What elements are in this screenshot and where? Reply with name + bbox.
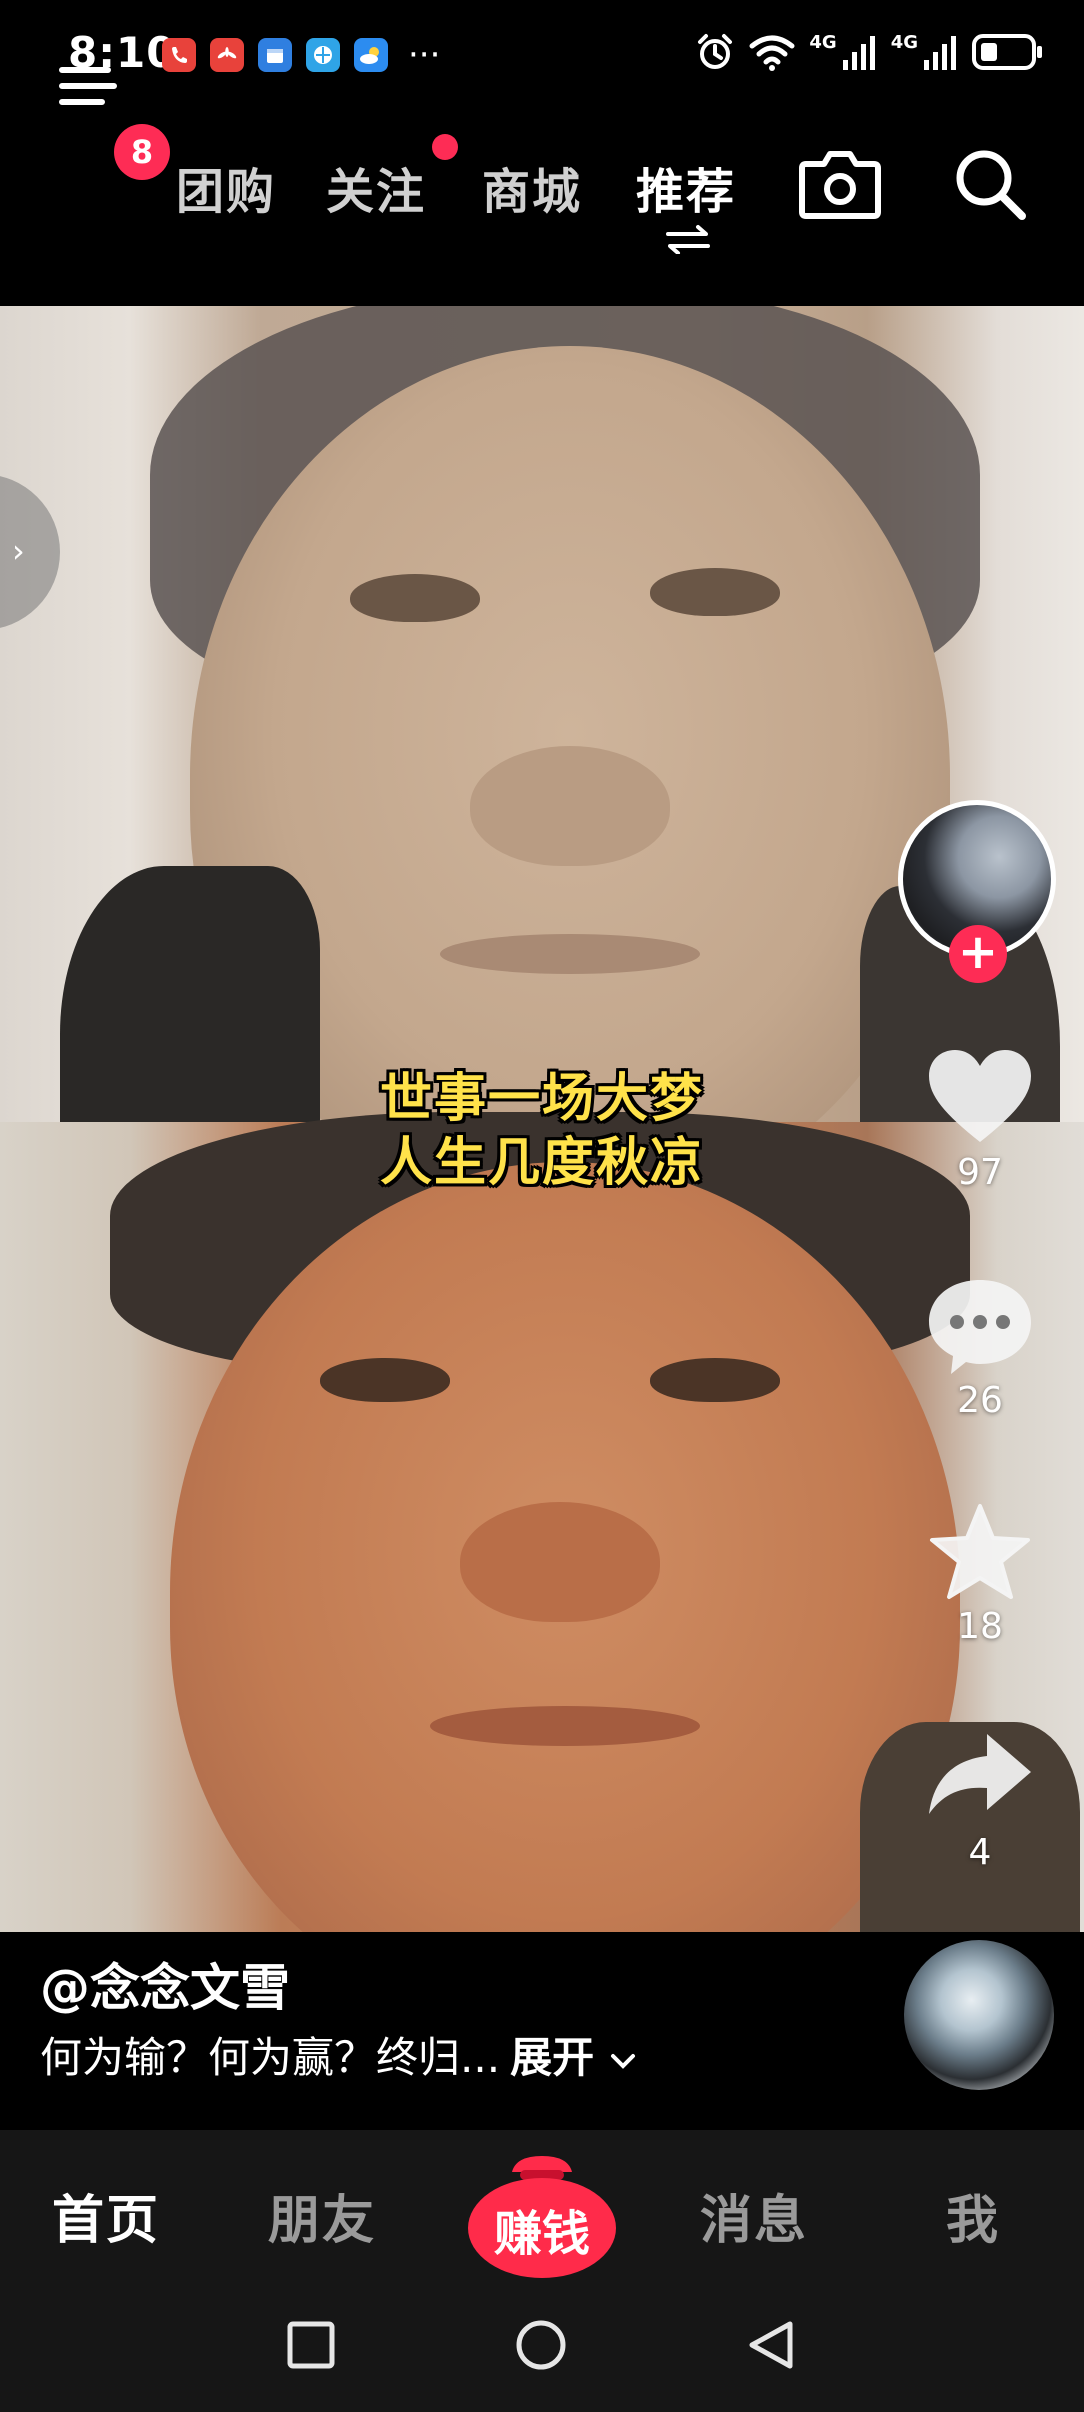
nose-bottom [460,1502,660,1622]
nav-me[interactable]: 我 [946,2178,1000,2253]
eye-right-bottom [650,1358,780,1402]
share-arrow-icon [929,1734,1031,1814]
bottom-nav: 首页 朋友 赚钱 消息 我 [0,2130,1084,2290]
status-indicators: 4G 4G [695,32,1044,72]
favorite-count: 18 [957,1606,1003,1647]
tab-group-buy[interactable]: 团购 [176,152,276,222]
earn-button[interactable]: 赚钱 [466,2150,618,2280]
network-type-1: 4G [809,32,837,53]
eye-left-top [350,574,480,622]
calendar-app-icon [258,38,292,72]
like-button[interactable]: 97 [920,1048,1040,1193]
eye-right-top [650,568,780,616]
description-text: 何为输？何为赢？终归... [40,2033,501,2082]
comment-button[interactable]: 26 [920,1276,1040,1421]
share-count: 4 [968,1832,992,1873]
nav-friends[interactable]: 朋友 [268,2178,376,2253]
comment-icon [929,1280,1031,1374]
network-type-2: 4G [890,32,918,53]
comment-count: 26 [957,1380,1003,1421]
signal-icon-2 [924,36,956,70]
mouth-bottom [430,1706,700,1746]
nav-messages[interactable]: 消息 [700,2178,808,2253]
more-notifications-icon: ··· [408,35,441,75]
search-icon[interactable] [952,146,1028,222]
huawei-app-icon [210,38,244,72]
star-icon [930,1504,1030,1599]
phone-app-icon [162,38,196,72]
alarm-icon [698,34,733,69]
earn-label: 赚钱 [493,2206,590,2262]
system-nav-bar [0,2290,1084,2412]
heart-icon [929,1050,1031,1142]
signal-icon-1 [842,36,875,70]
share-button[interactable]: 4 [920,1728,1040,1873]
video-frame-top: › [0,306,1084,1286]
nav-home[interactable]: 首页 [52,2178,160,2253]
music-disc[interactable] [904,1940,1054,2090]
battery-icon [972,34,1042,70]
swap-arrows-icon[interactable] [664,224,712,254]
recents-square-icon[interactable] [286,2320,336,2370]
video-description: 何为输？何为赢？终归... 展开 [40,2024,637,2085]
following-notification-dot [432,134,458,160]
expand-button[interactable]: 展开 [510,2033,637,2082]
tab-mall[interactable]: 商城 [482,152,582,222]
browser-app-icon [306,38,340,72]
author-name[interactable]: @念念文雪 [40,1948,290,2020]
side-panel-handle[interactable]: › [0,474,60,630]
home-circle-icon[interactable] [514,2318,568,2372]
status-app-icons: ··· [162,38,440,72]
weather-app-icon [354,38,388,72]
status-bar: 8:10 ··· 4G 4G [0,0,1084,108]
expand-label: 展开 [510,2033,595,2082]
menu-badge: 8 [114,124,170,180]
eye-left-bottom [320,1358,450,1402]
chevron-down-icon [610,2053,635,2069]
wifi-icon [749,35,795,71]
mouth-top [440,934,700,974]
back-triangle-icon[interactable] [744,2318,798,2372]
chevron-right-icon: › [12,532,25,570]
tab-recommend[interactable]: 推荐 [636,152,736,222]
tab-following[interactable]: 关注 [326,152,426,222]
menu-icon[interactable] [56,48,126,118]
follow-button[interactable]: + [949,925,1007,983]
camera-icon[interactable] [798,146,882,220]
favorite-button[interactable]: 18 [920,1502,1040,1647]
like-count: 97 [957,1152,1003,1193]
nose-top [470,746,670,866]
